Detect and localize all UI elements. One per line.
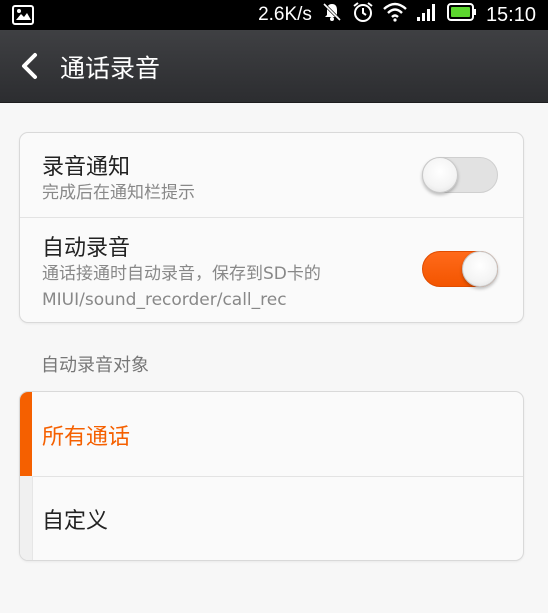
selection-indicator xyxy=(20,476,33,560)
battery-icon xyxy=(446,3,477,27)
wifi-icon xyxy=(383,2,407,28)
clock: 15:10 xyxy=(485,3,536,26)
recording-notification-subtitle: 完成后在通知栏提示 xyxy=(42,183,195,203)
option-all-calls[interactable]: 所有通话 xyxy=(20,392,523,476)
auto-record-subtitle-line2: MIUI/sound_recorder/call_rec xyxy=(42,290,287,310)
auto-record-target-card: 所有通话 自定义 xyxy=(19,391,524,561)
alarm-icon xyxy=(352,1,374,29)
title-bar: 通话录音 xyxy=(0,30,548,103)
section-label: 自动录音对象 xyxy=(41,355,149,376)
auto-record-title: 自动录音 xyxy=(42,236,131,261)
network-speed: 2.6K/s xyxy=(258,4,312,25)
option-label: 所有通话 xyxy=(42,425,131,450)
status-bar: 2.6K/s 15:10 xyxy=(0,0,548,30)
page-title: 通话录音 xyxy=(60,54,161,83)
selection-indicator xyxy=(20,392,32,476)
back-icon[interactable] xyxy=(18,52,40,80)
signal-icon xyxy=(416,2,438,28)
recording-notification-row[interactable]: 录音通知 完成后在通知栏提示 xyxy=(20,133,523,217)
toggle-knob xyxy=(422,157,458,193)
toggle-knob xyxy=(462,251,498,287)
settings-card: 录音通知 完成后在通知栏提示 自动录音 通话接通时自动录音，保存到SD卡的 MI… xyxy=(19,132,524,323)
recording-notification-toggle[interactable] xyxy=(422,157,498,193)
auto-record-toggle[interactable] xyxy=(422,251,498,287)
image-icon xyxy=(12,5,34,30)
option-custom[interactable]: 自定义 xyxy=(20,476,523,560)
mute-notification-icon xyxy=(321,1,343,29)
auto-record-row[interactable]: 自动录音 通话接通时自动录音，保存到SD卡的 MIUI/sound_record… xyxy=(20,218,523,322)
option-label: 自定义 xyxy=(42,509,109,534)
auto-record-subtitle-line1: 通话接通时自动录音，保存到SD卡的 xyxy=(42,264,321,284)
recording-notification-title: 录音通知 xyxy=(42,155,131,180)
